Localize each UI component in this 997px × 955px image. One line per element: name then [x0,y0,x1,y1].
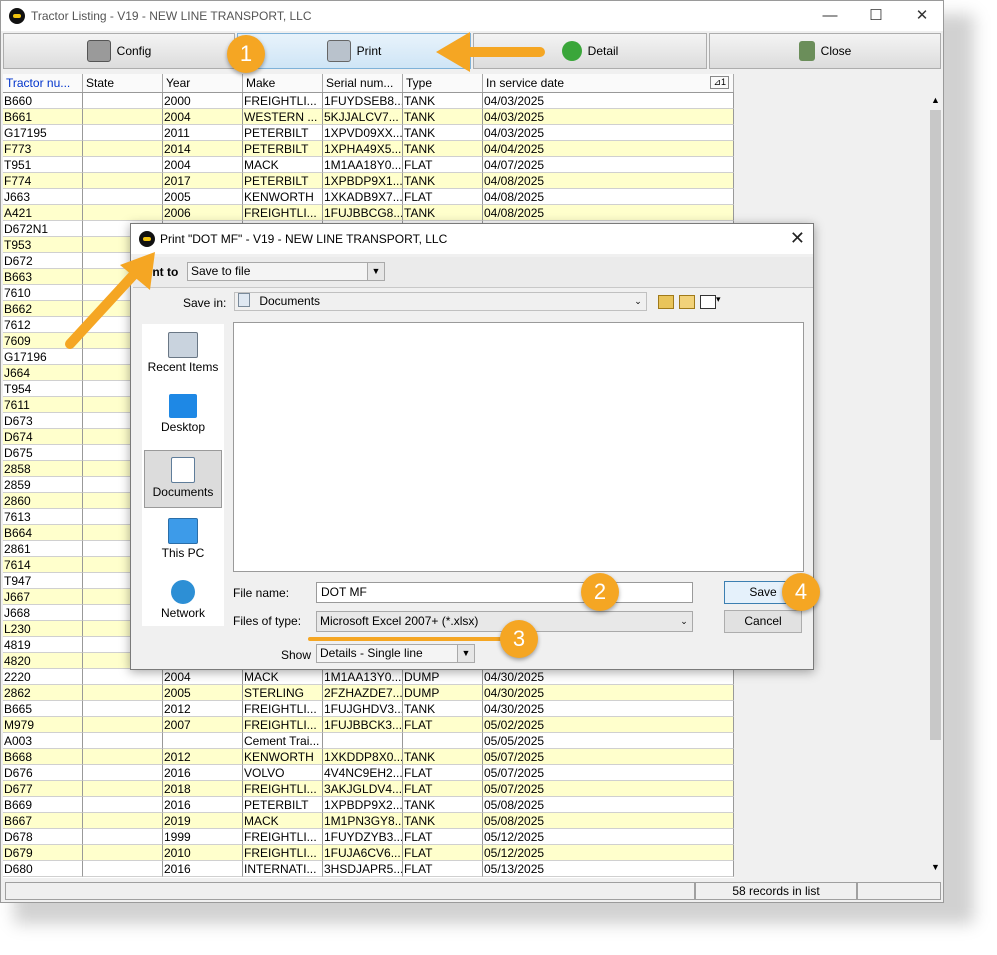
step-badge-1: 1 [227,35,265,73]
arrow-to-dialog-title [65,252,155,349]
annotation-arrows [65,32,545,641]
step-badge-3: 3 [500,620,538,658]
step-badge-4: 4 [782,573,820,611]
step-badge-2: 2 [581,573,619,611]
arrow-to-print [436,32,545,72]
